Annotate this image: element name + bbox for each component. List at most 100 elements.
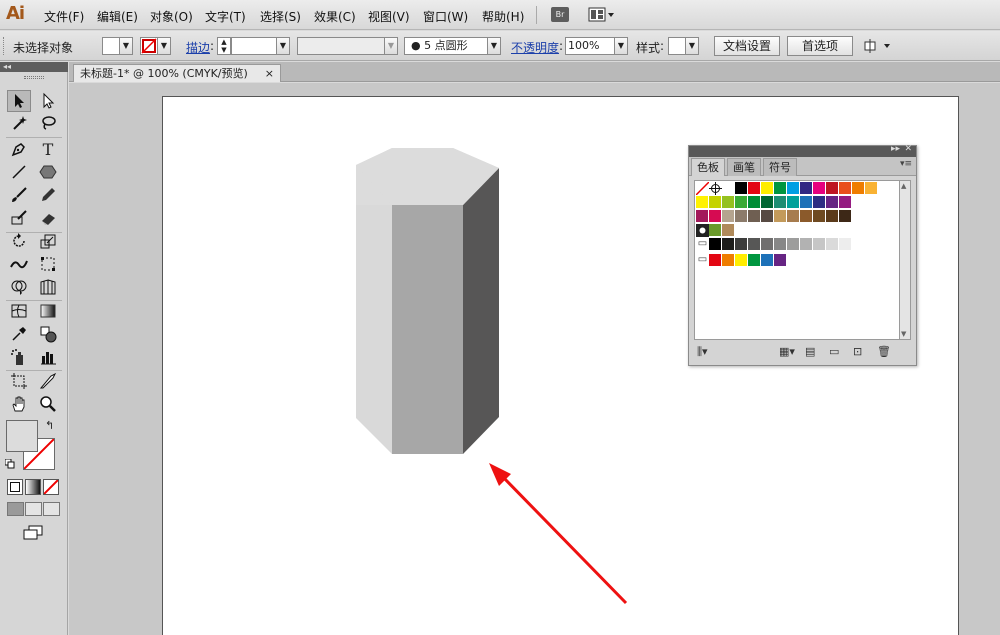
direct-selection-tool[interactable] [36, 90, 60, 112]
color-swatch[interactable] [748, 196, 761, 209]
fill-swatch[interactable] [102, 37, 120, 55]
type-tool[interactable]: T [36, 138, 60, 160]
pattern-swatch-dots[interactable] [696, 224, 709, 237]
mesh-tool[interactable] [7, 300, 31, 322]
control-bar-grip[interactable] [3, 37, 6, 55]
scroll-up-icon[interactable]: ▲ [901, 182, 906, 190]
color-swatch[interactable] [722, 238, 735, 251]
color-swatch[interactable] [839, 210, 852, 223]
color-swatch[interactable] [774, 182, 787, 195]
blob-brush-tool[interactable] [7, 207, 31, 229]
color-swatch[interactable] [709, 210, 722, 223]
color-swatch[interactable] [722, 182, 735, 195]
document-setup-button[interactable]: 文档设置 [714, 36, 780, 56]
color-swatch[interactable] [722, 196, 735, 209]
gradient-button[interactable] [25, 479, 41, 495]
variable-width-profile[interactable] [297, 37, 385, 55]
color-swatch[interactable] [800, 238, 813, 251]
none-button[interactable] [43, 479, 59, 495]
graphic-style-swatch[interactable] [668, 37, 686, 55]
menu-view[interactable]: 视图(V) [368, 8, 410, 25]
eraser-tool[interactable] [36, 207, 60, 229]
color-swatch[interactable] [696, 210, 709, 223]
color-swatch[interactable] [748, 182, 761, 195]
menu-select[interactable]: 选择(S) [260, 8, 301, 25]
tools-panel-header[interactable]: ◂◂ [0, 62, 68, 72]
default-fill-stroke-icon[interactable] [4, 458, 15, 469]
trash-icon[interactable]: 🗑 [877, 345, 891, 358]
color-swatch[interactable] [787, 182, 800, 195]
swatches-scrollbar[interactable]: ▲ ▼ [900, 180, 911, 340]
color-swatch[interactable] [787, 238, 800, 251]
symbol-sprayer-tool[interactable] [7, 346, 31, 368]
prism-front-face[interactable] [392, 205, 463, 454]
color-swatch[interactable] [735, 254, 748, 267]
color-swatch[interactable] [839, 196, 852, 209]
free-transform-tool[interactable] [36, 253, 60, 275]
pen-tool[interactable] [7, 138, 31, 160]
eyedropper-tool[interactable] [7, 323, 31, 345]
tab-brushes[interactable]: 画笔 [727, 158, 761, 176]
close-panel-icon[interactable]: ✕ [904, 144, 912, 154]
color-swatch[interactable] [748, 210, 761, 223]
color-swatch[interactable] [774, 254, 787, 267]
menu-edit[interactable]: 编辑(E) [97, 8, 138, 25]
pattern-swatch-foliage[interactable] [709, 224, 722, 237]
menu-help[interactable]: 帮助(H) [482, 8, 524, 25]
slice-tool[interactable] [36, 370, 60, 392]
menu-object[interactable]: 对象(O) [150, 8, 193, 25]
pencil-tool[interactable] [36, 184, 60, 206]
none-swatch[interactable] [695, 181, 710, 196]
hand-tool[interactable] [7, 393, 31, 415]
color-swatch[interactable] [696, 196, 709, 209]
color-swatch[interactable] [761, 182, 774, 195]
gradient-tool[interactable] [36, 300, 60, 322]
new-color-group-icon[interactable]: ▭ [829, 345, 839, 358]
preferences-button[interactable]: 首选项 [787, 36, 853, 56]
color-swatch[interactable] [852, 182, 865, 195]
brights-folder-icon[interactable]: ▭ [696, 254, 709, 267]
paintbrush-tool[interactable] [7, 184, 31, 206]
color-swatch[interactable] [748, 254, 761, 267]
color-swatch[interactable] [774, 238, 787, 251]
arrange-documents-button[interactable] [588, 6, 616, 23]
brush-definition-field[interactable]: ● 5 点圆形 [404, 37, 488, 55]
menu-window[interactable]: 窗口(W) [423, 8, 468, 25]
stroke-swatch[interactable] [140, 37, 158, 55]
color-swatch[interactable] [748, 238, 761, 251]
color-swatch[interactable] [722, 254, 735, 267]
panel-menu-icon[interactable]: ▾≡ [900, 159, 912, 169]
artboard-tool[interactable] [7, 370, 31, 392]
selection-tool[interactable] [7, 90, 31, 112]
color-swatch[interactable] [826, 196, 839, 209]
bridge-button[interactable]: Br [551, 7, 569, 22]
lasso-tool[interactable] [36, 112, 60, 134]
color-swatch[interactable] [709, 238, 722, 251]
opacity-label[interactable]: 不透明度 [511, 39, 559, 56]
scale-tool[interactable] [36, 230, 60, 252]
color-swatch[interactable] [709, 196, 722, 209]
opacity-input[interactable]: 100% [565, 37, 615, 55]
color-swatch[interactable] [761, 210, 774, 223]
variable-width-dropdown[interactable]: ▼ [384, 37, 398, 55]
stroke-weight-dropdown[interactable]: ▼ [276, 37, 290, 55]
graphic-style-dropdown[interactable]: ▼ [685, 37, 699, 55]
color-swatch[interactable] [839, 238, 852, 251]
color-swatch[interactable] [813, 238, 826, 251]
color-swatch[interactable] [800, 196, 813, 209]
swatch-libraries-icon[interactable]: ⫼▾ [697, 345, 708, 359]
prism-right-face[interactable] [463, 168, 499, 454]
color-swatch[interactable] [761, 196, 774, 209]
show-swatch-kinds-icon[interactable]: ▦▾ [779, 345, 795, 358]
color-swatch[interactable] [709, 254, 722, 267]
menu-type[interactable]: 文字(T) [205, 8, 246, 25]
color-swatch[interactable] [787, 210, 800, 223]
opacity-dropdown[interactable]: ▼ [614, 37, 628, 55]
swap-fill-stroke-icon[interactable]: ↰ [45, 419, 54, 432]
screen-mode-button[interactable] [22, 524, 44, 542]
color-swatch[interactable] [761, 238, 774, 251]
color-swatch[interactable] [800, 182, 813, 195]
pattern-swatch-texture[interactable] [722, 224, 735, 237]
color-swatch[interactable] [774, 210, 787, 223]
swatch-options-icon[interactable]: ▤ [805, 345, 815, 358]
